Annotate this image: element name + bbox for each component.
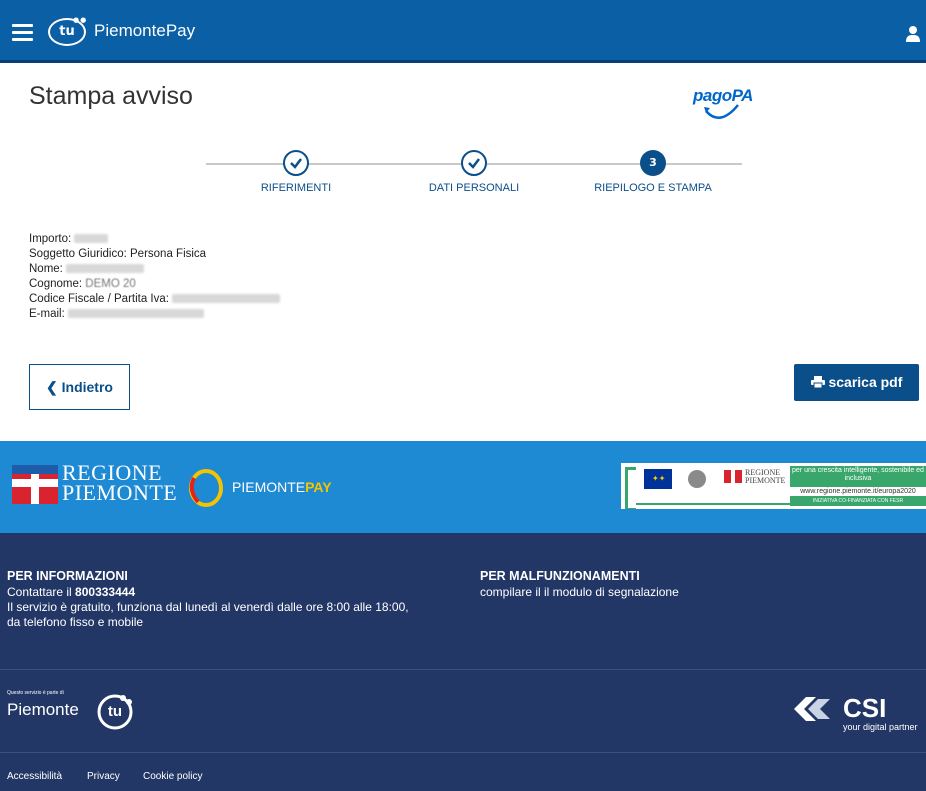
info-text: Contattare il 800333444 Il servizio è gr… xyxy=(7,585,409,630)
importo-label: Importo: xyxy=(29,233,72,245)
nome-label: Nome: xyxy=(29,263,63,275)
soggetto-label: Soggetto Giuridico: xyxy=(29,248,127,260)
soggetto-value: Persona Fisica xyxy=(130,248,207,260)
page-title: Stampa avviso xyxy=(29,82,193,110)
cognome-label: Cognome: xyxy=(29,278,83,290)
eu-bracket-decoration xyxy=(625,467,636,509)
site-footer: PER INFORMAZIONI Contattare il 800333444… xyxy=(0,533,926,791)
info-hours: Il servizio è gratuito, funziona dal lun… xyxy=(7,600,409,614)
eu-stars-icon: ✦✦ xyxy=(652,474,666,483)
cognome-value: DEMO 20 xyxy=(85,278,136,290)
summary-soggetto: Soggetto Giuridico: Persona Fisica xyxy=(29,247,280,262)
hamburger-menu-icon[interactable] xyxy=(12,24,33,41)
pagopa-arc-icon xyxy=(704,104,739,119)
piemonte-tu-caption: Questo servizio è parte di xyxy=(7,690,64,696)
eu-url[interactable]: www.regione.piemonte.it/europa2020 xyxy=(790,487,926,496)
eu-slogan: per una crescita intelligente, sostenibi… xyxy=(792,467,924,482)
redacted-value xyxy=(74,234,109,244)
tu-logo-text: tu xyxy=(59,24,75,39)
piemonte-tu-wordmark: Piemonte xyxy=(7,700,79,719)
summary-nome: Nome: xyxy=(29,262,280,277)
step-1-check-icon xyxy=(283,150,309,176)
piemontepay-ring-icon xyxy=(189,469,223,507)
back-button-label: Indietro xyxy=(61,379,113,395)
regione-piemonte-flag-icon xyxy=(12,465,58,504)
italian-republic-emblem-icon xyxy=(688,470,706,488)
info-phone-types: da telefono fisso e mobile xyxy=(7,615,144,629)
redacted-value xyxy=(171,294,280,304)
info-contact-line: Contattare il 800333444 xyxy=(7,585,409,600)
footer-divider xyxy=(0,669,926,670)
tu-logo-dots-icon: ●● xyxy=(73,16,88,24)
summary-cognome: Cognome: DEMO 20 xyxy=(29,277,280,292)
piemontepay-text: PIEMONTE xyxy=(232,479,306,495)
summary-importo: Importo: xyxy=(29,232,280,247)
eu-funding-banner: ✦✦ REGIONE PIEMONTE per una crescita int… xyxy=(621,463,926,509)
regione-small-logo: REGIONE PIEMONTE xyxy=(745,469,785,485)
download-pdf-button[interactable]: scarica pdf xyxy=(794,364,919,401)
csi-wordmark: CSI xyxy=(843,693,887,723)
footer-link-accessibility[interactable]: Accessibilità xyxy=(7,771,62,782)
malfunction-link[interactable]: compilare il il modulo di segnalazione xyxy=(480,585,679,600)
piemontepay-logo: PIEMONTEPAY xyxy=(232,479,332,495)
regione-line2: PIEMONTE xyxy=(62,480,178,505)
csi-logo-icon xyxy=(794,697,830,721)
csi-tagline: your digital partner xyxy=(843,722,918,732)
step-label-riferimenti: RIFERIMENTI xyxy=(260,182,332,194)
chevron-left-icon: ❮ xyxy=(46,379,58,395)
eu-bottom-line xyxy=(636,503,791,505)
user-icon[interactable] xyxy=(906,26,920,42)
codice-fiscale-label: Codice Fiscale / Partita Iva: xyxy=(29,293,169,305)
step-2-check-icon xyxy=(461,150,487,176)
footer-link-privacy[interactable]: Privacy xyxy=(87,771,120,782)
piemontepay-pay-text: PAY xyxy=(305,479,332,495)
brand-name[interactable]: PiemontePay xyxy=(94,21,195,41)
small-reg-line2: PIEMONTE xyxy=(745,476,786,485)
info-contact-prefix: Contattare il xyxy=(7,585,72,599)
footer-link-cookie-policy[interactable]: Cookie policy xyxy=(143,771,202,782)
info-heading: PER INFORMAZIONI xyxy=(7,569,128,583)
printer-icon xyxy=(810,376,825,389)
redacted-value xyxy=(65,264,144,274)
eu-cofinanced-text: INIZIATIVA CO-FINANZIATA CON FESR xyxy=(812,498,904,504)
malfunction-heading: PER MALFUNZIONAMENTI xyxy=(480,569,640,583)
download-pdf-label: scarica pdf xyxy=(828,374,903,390)
piemonte-tu-logo-text: tu xyxy=(107,703,123,720)
payment-summary: Importo: Soggetto Giuridico: Persona Fis… xyxy=(29,232,280,322)
step-label-dati-personali: DATI PERSONALI xyxy=(428,182,520,194)
info-phone[interactable]: 800333444 xyxy=(75,585,135,599)
step-3-current: 3 xyxy=(640,150,666,176)
back-button[interactable]: ❮ Indietro xyxy=(29,364,130,410)
regione-small-flag-icon xyxy=(724,470,742,483)
email-label: E-mail: xyxy=(29,308,65,320)
summary-email: E-mail: xyxy=(29,307,280,322)
summary-codice-fiscale: Codice Fiscale / Partita Iva: xyxy=(29,292,280,307)
footer-divider xyxy=(0,752,926,753)
step-label-riepilogo: RIEPILOGO E STAMPA xyxy=(594,182,712,194)
redacted-value xyxy=(67,309,204,319)
regione-piemonte-logo: REGIONE PIEMONTE xyxy=(62,462,178,505)
